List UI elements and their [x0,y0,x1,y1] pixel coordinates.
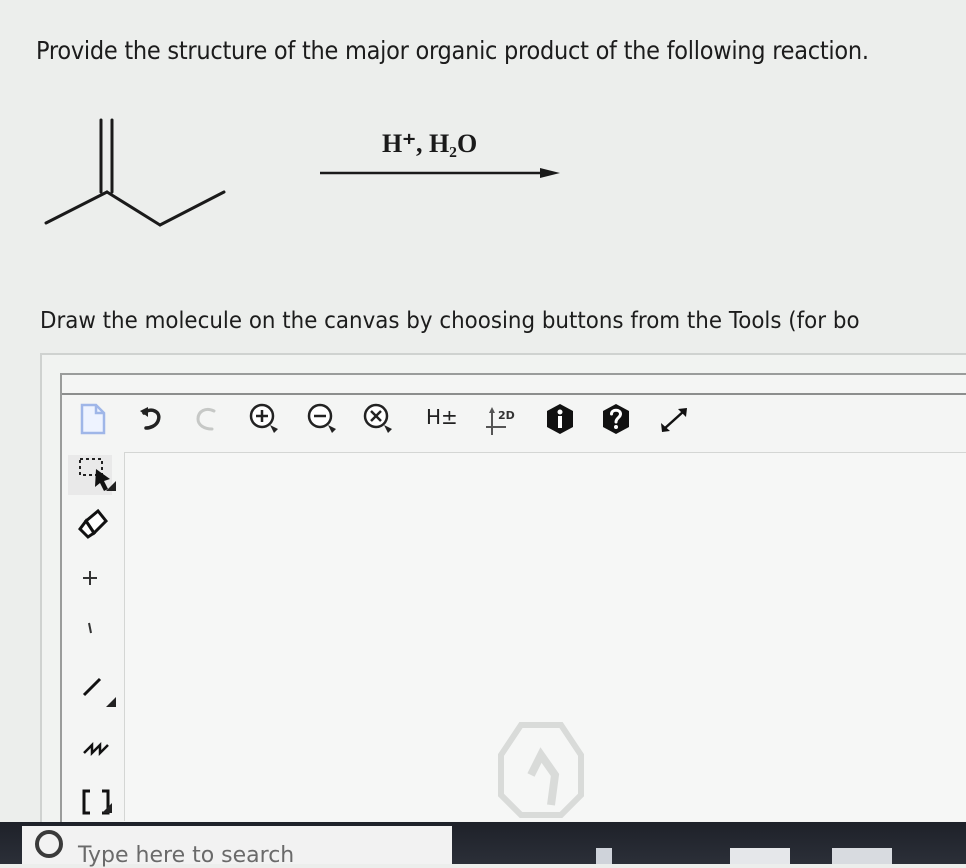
taskbar-app-button[interactable] [730,848,790,864]
new-document-icon[interactable] [78,401,108,437]
zoom-out-icon[interactable] [304,401,340,437]
editor-watermark-logo [498,722,584,818]
redo-icon[interactable] [190,401,222,437]
editor-tool-palette [62,443,118,823]
cortana-search-icon[interactable] [35,830,63,858]
lasso-select-icon[interactable] [62,447,118,497]
info-icon[interactable] [542,401,578,437]
reaction-arrow [320,168,560,178]
zoom-reset-icon[interactable] [360,401,396,437]
reaction-scheme: H⁺, H₂O [44,118,560,227]
eraser-icon[interactable] [62,503,118,553]
task-view-icon[interactable] [596,848,612,864]
single-bond-icon[interactable] [62,665,118,715]
editor-toolbar: H± 2D [62,393,966,445]
explicit-hydrogens-button[interactable]: H± [426,405,466,441]
taskbar-app-button[interactable] [832,848,892,864]
question-text: Provide the structure of the major organ… [36,36,869,65]
taskbar-search-placeholder: Type here to search [78,843,295,868]
drawing-canvas[interactable] [124,452,966,821]
reactant-structure [44,118,226,227]
zoom-in-icon[interactable] [246,401,282,437]
increase-charge-icon[interactable] [62,555,118,605]
clean-2d-label: 2D [498,409,515,422]
chain-tool-icon[interactable] [62,719,118,769]
bracket-tool-icon[interactable] [62,773,118,823]
undo-icon[interactable] [136,401,168,437]
decrease-charge-icon[interactable] [62,605,118,655]
reagents-label: H⁺, H₂O [382,129,477,158]
help-icon[interactable] [598,401,634,437]
instructions-text: Draw the molecule on the canvas by choos… [40,308,860,334]
clean-2d-icon[interactable]: 2D [482,401,522,437]
fullscreen-expand-icon[interactable] [656,401,692,437]
